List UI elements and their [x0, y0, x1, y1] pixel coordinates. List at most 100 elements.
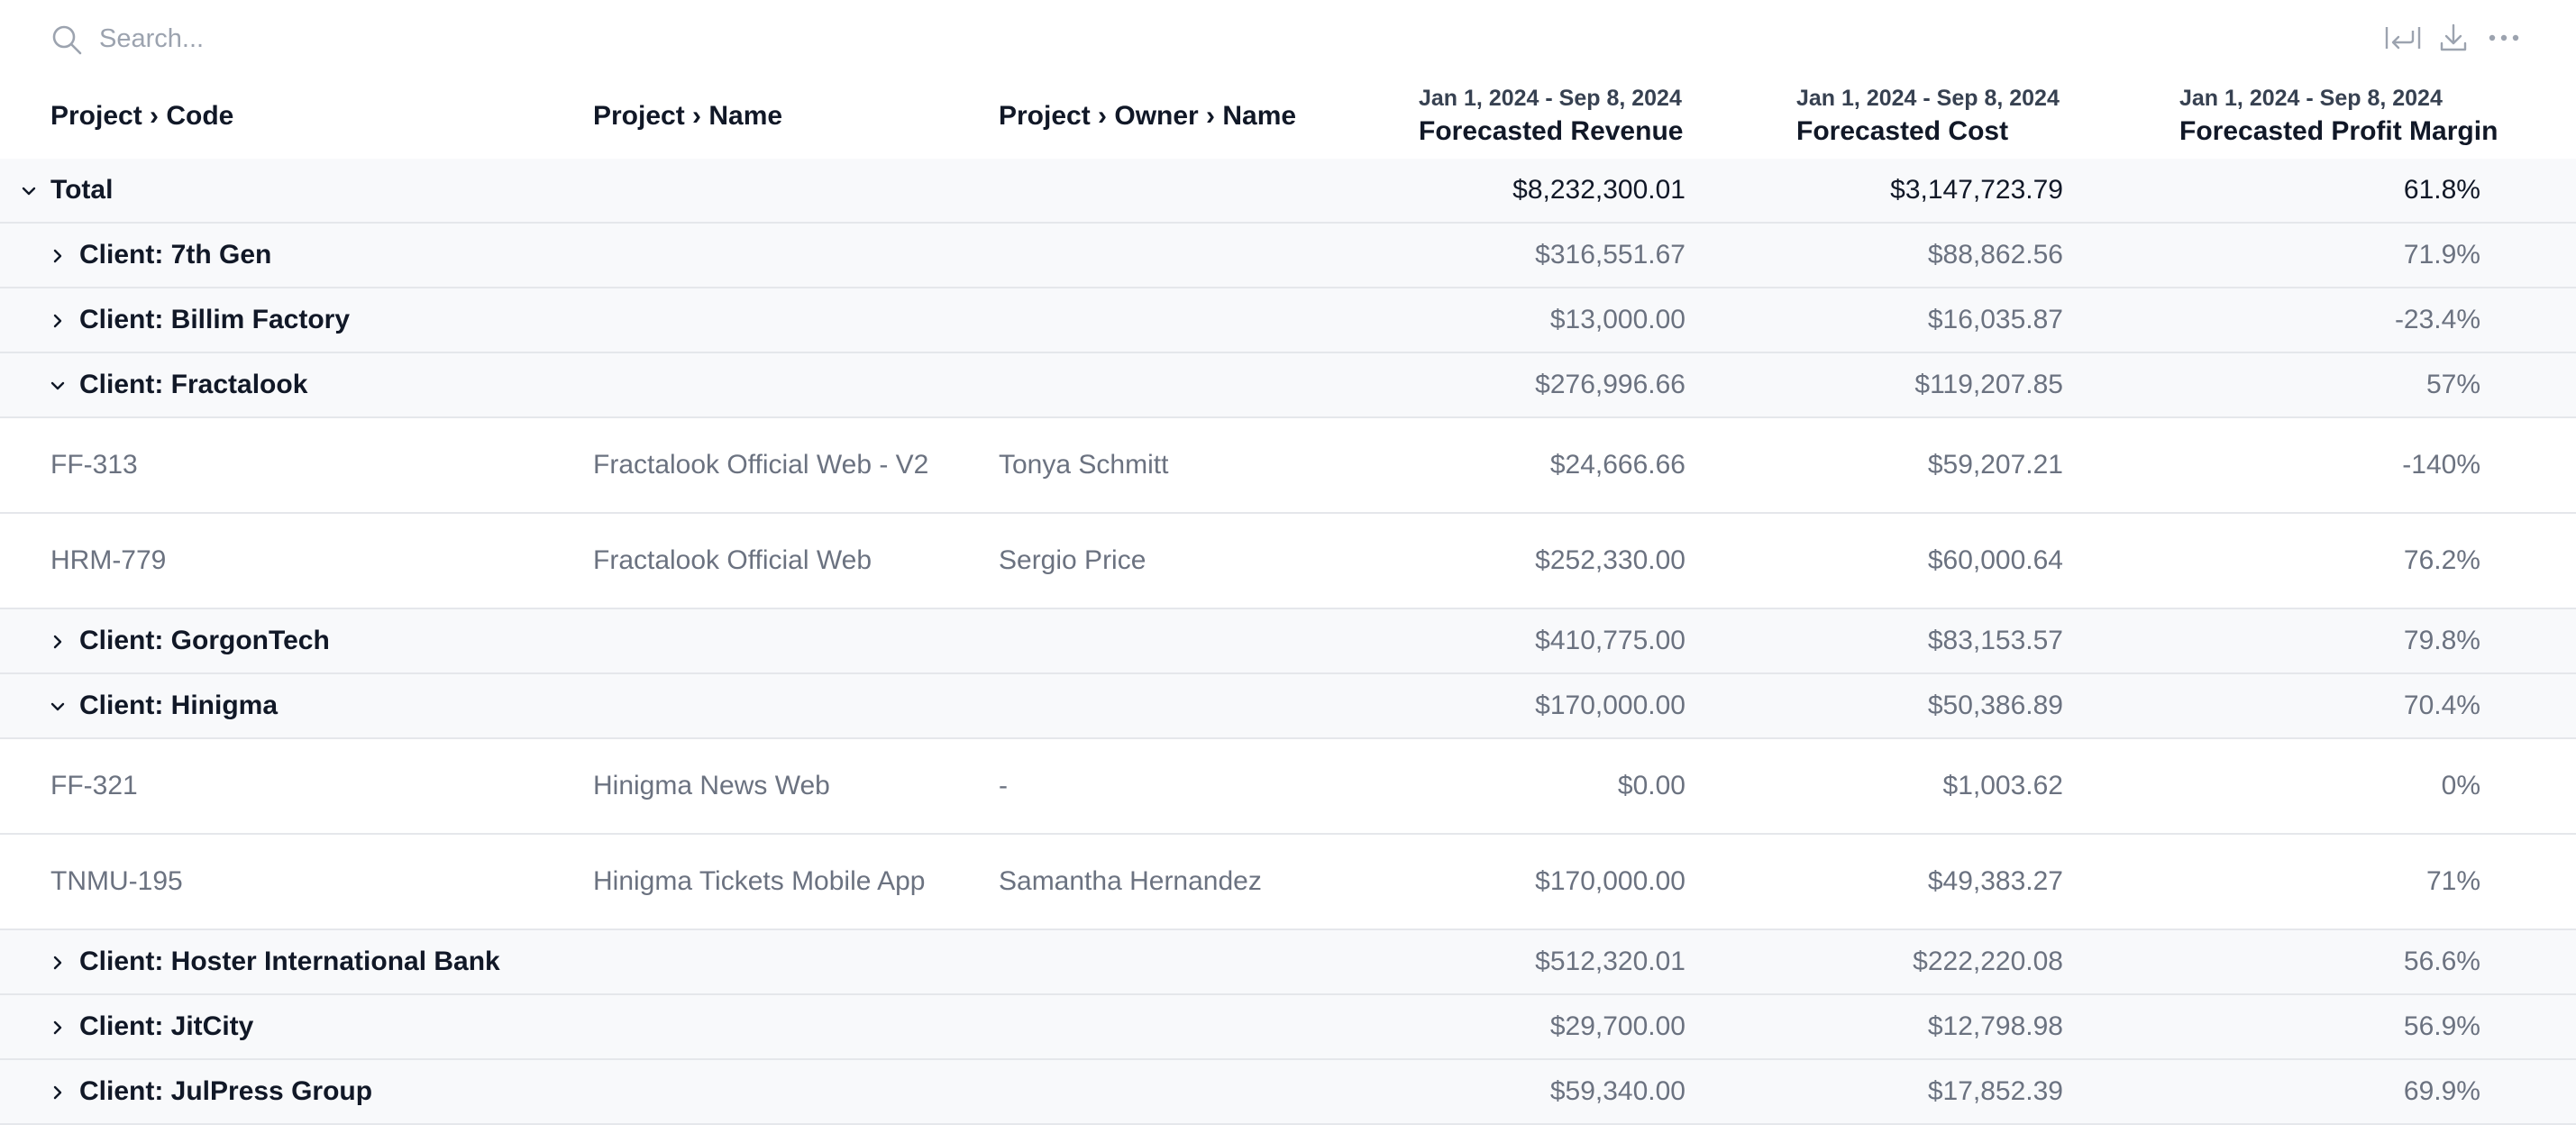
- row-label: Client: Hinigma: [79, 691, 279, 720]
- cell-revenue: $410,775.00: [1535, 626, 1685, 655]
- header-forecasted-profit-margin[interactable]: Jan 1, 2024 - Sep 8, 2024 Forecasted Pro…: [2179, 83, 2498, 150]
- header-label: Forecasted Profit Margin: [2179, 116, 2498, 146]
- cell-margin: 71%: [2425, 866, 2480, 896]
- chevron-right-icon[interactable]: [45, 1080, 70, 1105]
- row-label: Client: Billim Factory: [79, 305, 351, 334]
- header-date-range: Jan 1, 2024 - Sep 8, 2024: [1796, 86, 2060, 111]
- table-row-group[interactable]: Client: Hinigma $170,000.00 $50,386.89 7…: [0, 674, 2576, 739]
- more-options-button[interactable]: [2484, 22, 2524, 58]
- cell-revenue: $24,666.66: [1549, 450, 1685, 480]
- cell-margin: 56.9%: [2403, 1011, 2480, 1041]
- header-label: Project › Owner › Name: [999, 101, 1297, 131]
- header-project-name[interactable]: Project › Name: [593, 97, 782, 135]
- cell-cost: $222,220.08: [1913, 947, 2063, 976]
- header-date-range: Jan 1, 2024 - Sep 8, 2024: [2179, 86, 2443, 111]
- cell-margin: 0%: [2441, 771, 2480, 800]
- table-row[interactable]: FF-313 Fractalook Official Web - V2 Tony…: [0, 418, 2576, 514]
- cell-cost: $49,383.27: [1927, 866, 2063, 896]
- cell-revenue: $0.00: [1617, 771, 1685, 800]
- row-label: Client: GorgonTech: [79, 626, 330, 655]
- cell-revenue: $252,330.00: [1535, 545, 1685, 575]
- chevron-right-icon[interactable]: [45, 243, 70, 269]
- cell-project-code: FF-321: [50, 771, 138, 800]
- cell-cost: $16,035.87: [1927, 305, 2063, 334]
- header-label: Forecasted Cost: [1796, 116, 2009, 146]
- more-icon: [2488, 32, 2520, 48]
- cell-revenue: $316,551.67: [1535, 240, 1685, 270]
- header-forecasted-cost[interactable]: Jan 1, 2024 - Sep 8, 2024 Forecasted Cos…: [1796, 83, 2060, 150]
- cell-cost: $83,153.57: [1927, 626, 2063, 655]
- table-row-group[interactable]: Client: JitCity $29,700.00 $12,798.98 56…: [0, 995, 2576, 1060]
- cell-revenue: $8,232,300.01: [1512, 175, 1685, 205]
- row-label: Client: Fractalook: [79, 370, 308, 399]
- cell-margin: 57%: [2425, 370, 2480, 399]
- chevron-down-icon[interactable]: [45, 373, 70, 398]
- table-row-group[interactable]: Client: JulPress Group $59,340.00 $17,85…: [0, 1060, 2576, 1125]
- chevron-down-icon[interactable]: [45, 694, 70, 719]
- cell-margin: -140%: [2402, 450, 2480, 480]
- cell-cost: $88,862.56: [1927, 240, 2063, 270]
- download-icon: [2437, 22, 2470, 59]
- table-row[interactable]: HRM-779 Fractalook Official Web Sergio P…: [0, 514, 2576, 609]
- cell-revenue: $170,000.00: [1535, 691, 1685, 720]
- table-body: Total $8,232,300.01 $3,147,723.79 61.8% …: [0, 159, 2576, 1125]
- chevron-right-icon[interactable]: [45, 950, 70, 975]
- row-label: Client: Hoster International Bank: [79, 947, 500, 976]
- cell-owner-name: Tonya Schmitt: [999, 450, 1169, 480]
- table-row-group[interactable]: Client: GorgonTech $410,775.00 $83,153.5…: [0, 609, 2576, 674]
- cell-owner-name: Samantha Hernandez: [999, 866, 1262, 896]
- cell-cost: $50,386.89: [1927, 691, 2063, 720]
- cell-revenue: $59,340.00: [1549, 1076, 1685, 1106]
- table-row-group[interactable]: Client: Fractalook $276,996.66 $119,207.…: [0, 353, 2576, 418]
- download-button[interactable]: [2434, 22, 2473, 58]
- cell-project-name: Fractalook Official Web - V2: [593, 450, 929, 480]
- table-header: Project › Code Project › Name Project › …: [0, 78, 2576, 160]
- cell-margin: 70.4%: [2403, 691, 2480, 720]
- table-row-group[interactable]: Client: Hoster International Bank $512,3…: [0, 930, 2576, 995]
- row-label: Total: [50, 175, 114, 205]
- report-page: Project › Code Project › Name Project › …: [0, 0, 2576, 1125]
- header-owner-name[interactable]: Project › Owner › Name: [999, 97, 1296, 135]
- header-label: Project › Code: [50, 101, 234, 131]
- cell-margin: 61.8%: [2403, 175, 2480, 205]
- chevron-right-icon[interactable]: [45, 308, 70, 334]
- cell-cost: $17,852.39: [1927, 1076, 2063, 1106]
- cell-project-name: Hinigma News Web: [593, 771, 830, 800]
- cell-revenue: $276,996.66: [1535, 370, 1685, 399]
- header-project-code[interactable]: Project › Code: [50, 97, 233, 135]
- table-row-group[interactable]: Client: 7th Gen $316,551.67 $88,862.56 7…: [0, 224, 2576, 288]
- cell-owner-name: -: [999, 771, 1008, 800]
- wrap-text-button[interactable]: [2383, 22, 2423, 58]
- cell-cost: $59,207.21: [1927, 450, 2063, 480]
- header-date-range: Jan 1, 2024 - Sep 8, 2024: [1419, 86, 1682, 111]
- cell-project-code: TNMU-195: [50, 866, 183, 896]
- cell-owner-name: Sergio Price: [999, 545, 1146, 575]
- cell-margin: -23.4%: [2394, 305, 2480, 334]
- row-label: Client: 7th Gen: [79, 240, 272, 270]
- header-label: Project › Name: [593, 101, 783, 131]
- header-forecasted-revenue[interactable]: Jan 1, 2024 - Sep 8, 2024 Forecasted Rev…: [1419, 83, 1683, 150]
- cell-cost: $119,207.85: [1914, 370, 2063, 399]
- row-label: Client: JitCity: [79, 1011, 254, 1041]
- cell-margin: 69.9%: [2403, 1076, 2480, 1106]
- cell-project-code: FF-313: [50, 450, 138, 480]
- search-input[interactable]: [99, 18, 1361, 59]
- cell-cost: $3,147,723.79: [1890, 175, 2063, 205]
- cell-cost: $12,798.98: [1927, 1011, 2063, 1041]
- cell-revenue: $13,000.00: [1549, 305, 1685, 334]
- cell-margin: 71.9%: [2403, 240, 2480, 270]
- table-row-group[interactable]: Client: Billim Factory $13,000.00 $16,03…: [0, 288, 2576, 353]
- cell-margin: 76.2%: [2403, 545, 2480, 575]
- toolbar: [0, 0, 2576, 78]
- cell-margin: 79.8%: [2403, 626, 2480, 655]
- table-row[interactable]: FF-321 Hinigma News Web - $0.00 $1,003.6…: [0, 739, 2576, 835]
- table-row-total[interactable]: Total $8,232,300.01 $3,147,723.79 61.8%: [0, 159, 2576, 224]
- cell-project-name: Fractalook Official Web: [593, 545, 872, 575]
- cell-margin: 56.6%: [2403, 947, 2480, 976]
- header-label: Forecasted Revenue: [1419, 116, 1684, 146]
- table-row[interactable]: TNMU-195 Hinigma Tickets Mobile App Sama…: [0, 835, 2576, 930]
- chevron-down-icon[interactable]: [16, 178, 41, 204]
- chevron-right-icon[interactable]: [45, 1015, 70, 1040]
- chevron-right-icon[interactable]: [45, 629, 70, 654]
- cell-project-code: HRM-779: [50, 545, 167, 575]
